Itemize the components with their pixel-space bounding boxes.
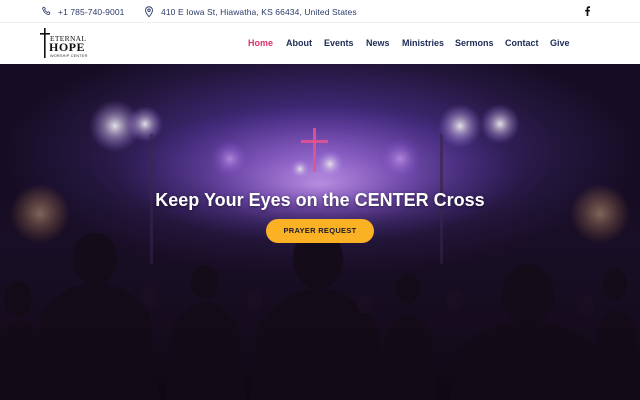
address-contact: 410 E Iowa St, Hiawatha, KS 66434, Unite… bbox=[143, 0, 357, 23]
nav-home[interactable]: Home bbox=[248, 23, 273, 64]
hero-title: Keep Your Eyes on the CENTER Cross bbox=[155, 190, 485, 210]
nav-contact[interactable]: Contact bbox=[505, 23, 539, 64]
map-pin-icon bbox=[143, 5, 155, 18]
prayer-request-button[interactable]: PRAYER REQUEST bbox=[266, 219, 374, 243]
nav-events[interactable]: Events bbox=[324, 23, 354, 64]
phone-icon bbox=[40, 6, 52, 18]
site-logo[interactable]: ETERNAL HOPE WORSHIP CENTER bbox=[38, 28, 92, 60]
nav-ministries[interactable]: Ministries bbox=[402, 23, 444, 64]
nav-about[interactable]: About bbox=[286, 23, 312, 64]
logo-line-worship-center: WORSHIP CENTER bbox=[50, 54, 88, 58]
hero-banner: Keep Your Eyes on the CENTER Cross PRAYE… bbox=[0, 64, 640, 400]
nav-give[interactable]: Give bbox=[550, 23, 570, 64]
phone-number[interactable]: +1 785-740-9001 bbox=[58, 7, 125, 17]
logo-line-hope: HOPE bbox=[49, 40, 86, 54]
facebook-link[interactable] bbox=[584, 0, 591, 23]
site-header: ETERNAL HOPE WORSHIP CENTER Home About E… bbox=[0, 23, 640, 64]
top-info-bar: +1 785-740-9001 410 E Iowa St, Hiawatha,… bbox=[0, 0, 640, 23]
nav-news[interactable]: News bbox=[366, 23, 390, 64]
address-text: 410 E Iowa St, Hiawatha, KS 66434, Unite… bbox=[161, 6, 357, 17]
phone-contact[interactable]: +1 785-740-9001 bbox=[40, 0, 125, 23]
nav-sermons[interactable]: Sermons bbox=[455, 23, 494, 64]
facebook-icon[interactable] bbox=[584, 3, 591, 21]
